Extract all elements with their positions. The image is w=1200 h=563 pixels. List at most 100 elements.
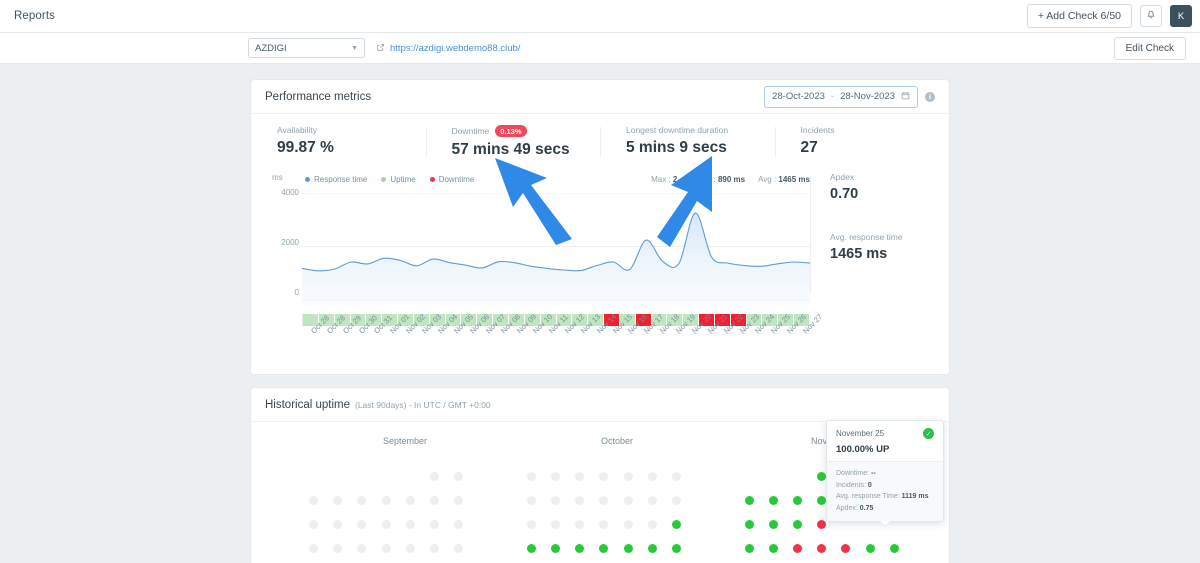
uptime-day-dot[interactable] xyxy=(405,544,415,553)
uptime-day-dot[interactable] xyxy=(793,520,802,529)
uptime-day-dot[interactable] xyxy=(599,496,609,505)
date-range-picker[interactable]: 28-Oct-2023 - 28-Nov-2023 xyxy=(764,85,918,108)
notifications-button[interactable] xyxy=(1140,5,1162,27)
kpi-availability-value: 99.87 % xyxy=(277,139,334,156)
uptime-day-dot[interactable] xyxy=(647,544,657,553)
uptime-day-dot[interactable] xyxy=(333,520,343,529)
uptime-day-dot[interactable] xyxy=(817,472,827,481)
bell-icon xyxy=(1146,7,1156,25)
uptime-day-dot[interactable] xyxy=(526,544,536,553)
uptime-day-dot[interactable] xyxy=(599,544,609,553)
uptime-day-dot[interactable] xyxy=(526,496,536,505)
top-bar-actions: + Add Check 6/50 K xyxy=(1026,4,1192,28)
uptime-day-dot[interactable] xyxy=(599,520,609,529)
uptime-day-dot[interactable] xyxy=(333,544,343,553)
uptime-day-dot[interactable] xyxy=(889,544,899,553)
uptime-day-dot[interactable] xyxy=(454,472,464,481)
stat-max: Max : 2… xyxy=(651,175,685,184)
legend-item-uptime[interactable]: Uptime xyxy=(381,175,416,184)
uptime-day-dot[interactable] xyxy=(381,520,391,529)
uptime-day-dot[interactable] xyxy=(768,496,778,505)
stat-apdex-value: 0.70 xyxy=(830,186,859,202)
uptime-day-dot[interactable] xyxy=(454,544,464,553)
uptime-day-dot[interactable] xyxy=(430,520,439,529)
uptime-day-dot[interactable] xyxy=(357,496,367,505)
uptime-day-dot[interactable] xyxy=(430,544,439,553)
month-label: October xyxy=(601,436,634,446)
uptime-day-dot[interactable] xyxy=(768,544,778,553)
uptime-day-dot[interactable] xyxy=(575,520,585,529)
tooltip-date: November 25 xyxy=(836,429,885,438)
uptime-day-dot[interactable] xyxy=(333,496,343,505)
uptime-day-dot[interactable] xyxy=(430,472,439,481)
add-check-button[interactable]: + Add Check 6/50 xyxy=(1026,4,1132,28)
uptime-day-dot[interactable] xyxy=(793,544,802,553)
uptime-day-dot[interactable] xyxy=(744,544,754,553)
site-select[interactable]: AZDIGI ▼ xyxy=(248,38,365,58)
uptime-day-dot[interactable] xyxy=(405,496,415,505)
historical-title: Historical uptime xyxy=(265,398,350,411)
response-time-chart: ms Response time Uptime Downtime Max: 2… xyxy=(265,172,824,366)
uptime-day-dot[interactable] xyxy=(357,520,367,529)
uptime-day-dot[interactable] xyxy=(865,544,875,553)
uptime-day-dot[interactable] xyxy=(526,472,536,481)
uptime-day-dot[interactable] xyxy=(672,472,681,481)
avatar[interactable]: K xyxy=(1170,5,1192,27)
uptime-day-dot[interactable] xyxy=(744,496,754,505)
uptime-day-dot[interactable] xyxy=(575,544,585,553)
uptime-day-dot[interactable] xyxy=(551,472,560,481)
uptime-day-dot[interactable] xyxy=(768,520,778,529)
uptime-day-dot[interactable] xyxy=(623,544,633,553)
uptime-day-dot[interactable] xyxy=(381,544,391,553)
uptime-day-tooltip: November 25 ✓ 100.00% UP Downtime: -- In… xyxy=(826,420,944,527)
uptime-day-dot[interactable] xyxy=(817,496,827,505)
uptime-day-dot[interactable] xyxy=(454,496,464,505)
uptime-day-dot[interactable] xyxy=(599,472,609,481)
uptime-day-dot[interactable] xyxy=(309,544,318,553)
uptime-day-dot[interactable] xyxy=(744,520,754,529)
uptime-day-dot[interactable] xyxy=(793,496,802,505)
uptime-day-dot[interactable] xyxy=(526,520,536,529)
stat-avg-label: Avg : xyxy=(758,174,777,184)
uptime-day-dot[interactable] xyxy=(623,520,633,529)
site-url-link[interactable]: https://azdigi.webdemo88.club/ xyxy=(390,43,520,54)
legend-item-response-time[interactable]: Response time xyxy=(305,175,367,184)
chart-plot-area: 4000 2000 0 xyxy=(265,188,810,310)
uptime-day-dot[interactable] xyxy=(309,496,318,505)
historical-subtitle: (Last 90days) - In UTC / GMT +0:00 xyxy=(355,399,491,410)
stat-avg-response-value: 1465 ms xyxy=(830,246,888,262)
uptime-day-dot[interactable] xyxy=(309,520,318,529)
chart-legend: ms Response time Uptime Downtime Max: 2… xyxy=(265,172,810,186)
edit-check-button[interactable]: Edit Check xyxy=(1113,36,1186,60)
uptime-day-dot[interactable] xyxy=(672,520,681,529)
uptime-day-dot[interactable] xyxy=(430,496,439,505)
uptime-day-dot[interactable] xyxy=(381,496,391,505)
uptime-day-dot[interactable] xyxy=(672,544,681,553)
uptime-day-dot[interactable] xyxy=(817,520,827,529)
stat-apdex: Apdex 0.70 xyxy=(830,172,935,202)
uptime-day-dot[interactable] xyxy=(551,496,560,505)
uptime-day-dot[interactable] xyxy=(575,472,585,481)
chart-wrap: ms Response time Uptime Downtime Max: 2… xyxy=(251,172,949,374)
response-time-area-svg xyxy=(302,193,810,305)
info-icon[interactable]: i xyxy=(925,91,935,102)
chart-summary-stats: Max : 2… Min : 890 ms Avg : 1465 ms xyxy=(651,175,810,184)
uptime-day-dot[interactable] xyxy=(623,472,633,481)
legend-item-downtime[interactable]: Downtime xyxy=(429,175,474,184)
uptime-day-dot[interactable] xyxy=(817,544,827,553)
uptime-day-dot[interactable] xyxy=(647,496,657,505)
uptime-day-dot[interactable] xyxy=(551,544,560,553)
uptime-day-dot[interactable] xyxy=(405,520,415,529)
page-title: Reports xyxy=(14,10,55,22)
uptime-day-dot[interactable] xyxy=(623,496,633,505)
uptime-day-dot[interactable] xyxy=(841,544,851,553)
uptime-day-dot[interactable] xyxy=(575,496,585,505)
tooltip-top: November 25 ✓ 100.00% UP xyxy=(827,421,943,461)
uptime-day-dot[interactable] xyxy=(647,472,657,481)
uptime-day-dot[interactable] xyxy=(551,520,560,529)
uptime-day-dot[interactable] xyxy=(357,544,367,553)
uptime-day-dot[interactable] xyxy=(454,520,464,529)
tooltip-incidents-label: Incidents: xyxy=(836,481,866,489)
uptime-day-dot[interactable] xyxy=(647,520,657,529)
uptime-day-dot[interactable] xyxy=(672,496,681,505)
